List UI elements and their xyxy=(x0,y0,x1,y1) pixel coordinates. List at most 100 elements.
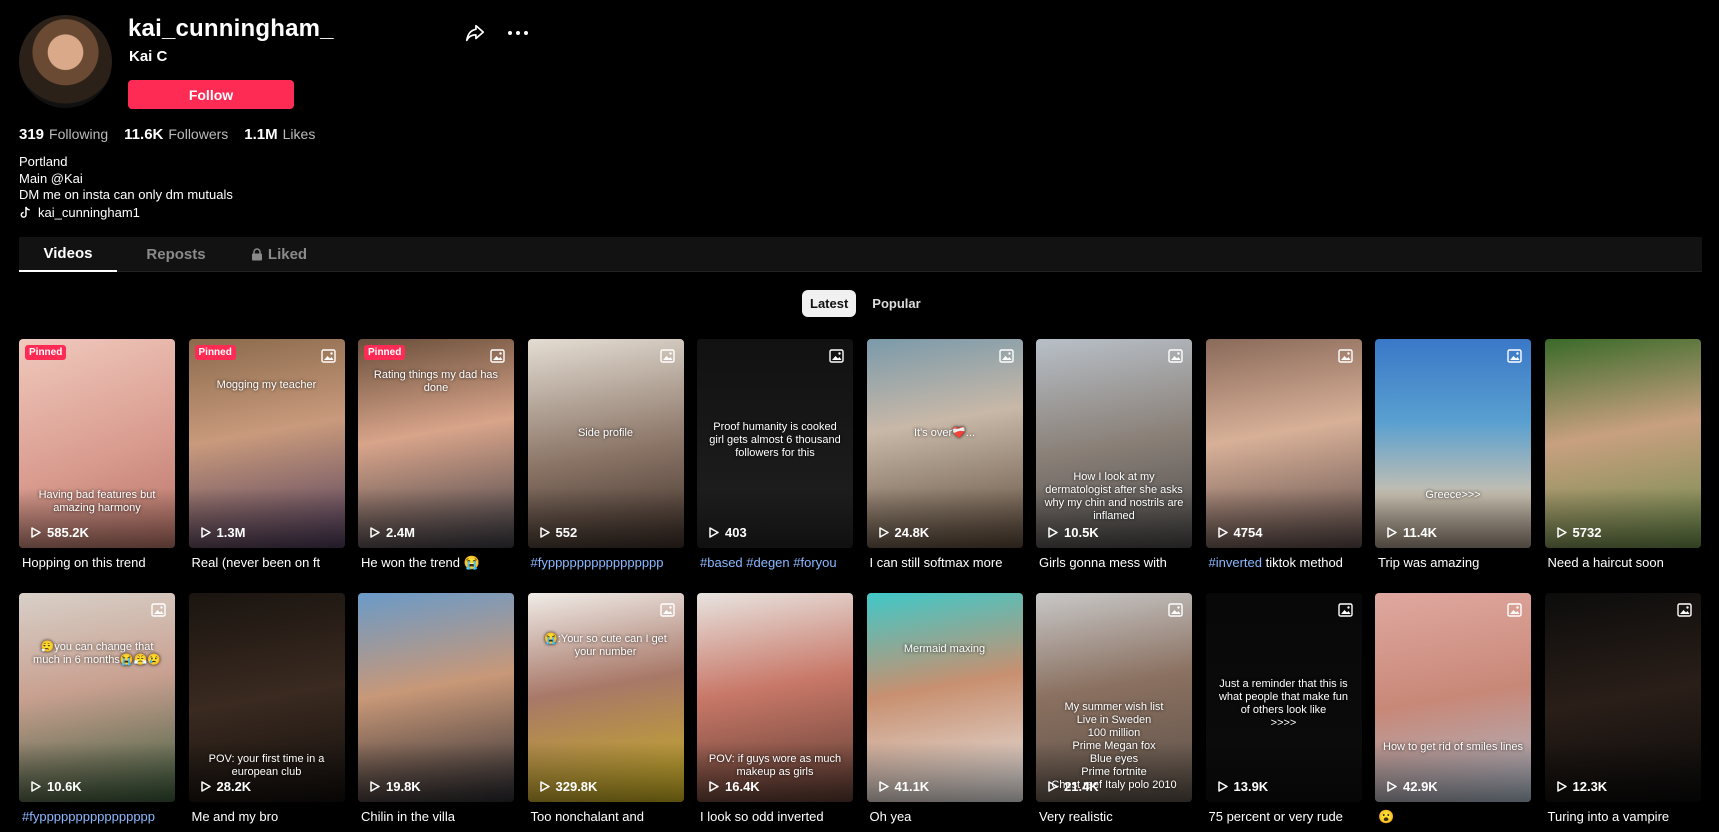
tab-reposts[interactable]: Reposts xyxy=(117,237,235,272)
hashtag-link[interactable]: #fypppppppppppppppp xyxy=(22,809,155,824)
video-caption[interactable]: 😮 xyxy=(1375,809,1531,826)
video-caption[interactable]: #inverted tiktok method xyxy=(1206,555,1362,572)
bio-line: Portland xyxy=(19,154,68,169)
avatar[interactable] xyxy=(19,15,112,108)
video-caption[interactable]: 75 percent or very rude xyxy=(1206,809,1362,826)
video-caption[interactable]: Trip was amazing xyxy=(1375,555,1531,572)
video-thumbnail[interactable]: POV: if guys wore as much makeup as girl… xyxy=(697,593,853,802)
sort-latest-button[interactable]: Latest xyxy=(802,290,857,317)
stat-followers[interactable]: 11.6K Followers xyxy=(124,126,228,143)
video-card[interactable]: POV: if guys wore as much makeup as girl… xyxy=(697,593,853,826)
video-thumbnail[interactable]: 4754 xyxy=(1205,339,1362,548)
video-thumbnail[interactable]: My summer wish list Live in Sweden 100 m… xyxy=(1036,593,1192,802)
video-card[interactable]: It's over❤️‍🩹... 24.8K I can still softmax… xyxy=(866,339,1023,572)
video-thumbnail[interactable]: Pinned Having bad features but amazing ha… xyxy=(19,339,175,548)
video-thumbnail[interactable]: POV: your first time in a european club 2… xyxy=(188,593,345,802)
pinned-badge: Pinned xyxy=(194,345,236,360)
video-thumbnail[interactable]: 5732 xyxy=(1544,339,1701,548)
video-thumbnail[interactable]: Pinned Rating things my dad has done 2.4M xyxy=(358,339,514,548)
thumbnail-overlay-text: Proof humanity is cooked girl gets almos… xyxy=(709,421,841,459)
video-thumbnail[interactable]: 12.3K xyxy=(1544,593,1701,802)
video-card[interactable]: Side profile 552 #fypppppppppppppppp xyxy=(527,339,684,572)
play-icon xyxy=(1556,527,1567,538)
play-icon xyxy=(878,527,889,538)
tab-liked[interactable]: Liked xyxy=(235,237,323,272)
video-thumbnail[interactable]: 😭:Your so cute can I get your number 329.… xyxy=(527,593,684,802)
more-icon[interactable] xyxy=(506,23,530,43)
video-card[interactable]: My summer wish list Live in Sweden 100 m… xyxy=(1036,593,1192,826)
caption-text: Real (never been on ft xyxy=(191,555,321,570)
video-caption[interactable]: #fypppppppppppppppp xyxy=(19,809,175,826)
video-caption[interactable]: He won the trend 😭 xyxy=(358,555,514,572)
video-caption[interactable]: Me and my bro xyxy=(189,809,345,826)
hashtag-link[interactable]: #fypppppppppppppppp xyxy=(531,555,664,570)
video-thumbnail[interactable]: Proof humanity is cooked girl gets almos… xyxy=(697,339,853,548)
video-thumbnail[interactable]: How to get rid of smiles lines 42.9K xyxy=(1375,593,1531,802)
play-count-value: 4754 xyxy=(1233,525,1263,540)
video-caption[interactable]: Very realistic xyxy=(1036,809,1192,826)
play-icon xyxy=(1217,781,1228,792)
video-thumbnail[interactable]: It's over❤️‍🩹... 24.8K xyxy=(866,339,1023,548)
video-card[interactable]: Just a reminder that this is what people… xyxy=(1205,593,1362,826)
video-card[interactable]: How I look at my dermatologist after she… xyxy=(1036,339,1192,572)
video-thumbnail[interactable]: 19.8K xyxy=(358,593,514,802)
video-card[interactable]: 4754 #inverted tiktok method xyxy=(1205,339,1362,572)
video-card[interactable]: Pinned Having bad features but amazing ha… xyxy=(19,339,175,572)
play-count: 24.8K xyxy=(878,525,929,540)
video-thumbnail[interactable]: How I look at my dermatologist after she… xyxy=(1036,339,1192,548)
video-caption[interactable]: Need a haircut soon xyxy=(1545,555,1701,572)
video-card[interactable]: 19.8K Chilin in the villa xyxy=(358,593,514,826)
thumbnail-overlay-text: Just a reminder that this is what people… xyxy=(1218,678,1349,729)
video-card[interactable]: Greece>>> 11.4K Trip was amazing xyxy=(1375,339,1531,572)
hashtag-link[interactable]: #inverted xyxy=(1209,555,1262,570)
play-icon xyxy=(200,781,211,792)
share-icon[interactable] xyxy=(464,22,486,44)
video-caption[interactable]: Too nonchalant and xyxy=(528,809,684,826)
video-caption[interactable]: Real (never been on ft xyxy=(189,555,345,572)
video-card[interactable]: 😮‍💨you can change that much in 6 months😭… xyxy=(19,593,175,826)
video-thumbnail[interactable]: Pinned Mogging my teacher 1.3M xyxy=(188,339,345,548)
video-card[interactable]: 5732 Need a haircut soon xyxy=(1544,339,1701,572)
follow-button[interactable]: Follow xyxy=(128,80,294,109)
video-caption[interactable]: #based #degen #foryou xyxy=(697,555,853,572)
photo-icon xyxy=(1337,349,1353,363)
video-card[interactable]: Proof humanity is cooked girl gets almos… xyxy=(697,339,853,572)
caption-text: Me and my bro xyxy=(191,809,279,824)
video-card[interactable]: Mermaid maxing 41.1K Oh yea xyxy=(866,593,1023,826)
video-card[interactable]: POV: your first time in a european club 2… xyxy=(188,593,345,826)
video-thumbnail[interactable]: 😮‍💨you can change that much in 6 months😭… xyxy=(19,593,175,802)
bio-link-text[interactable]: kai_cunningham1 xyxy=(38,205,140,222)
tab-videos[interactable]: Videos xyxy=(19,237,117,272)
sort-popular-button[interactable]: Popular xyxy=(864,290,928,317)
photo-icon xyxy=(1507,603,1522,617)
video-card[interactable]: Pinned Mogging my teacher 1.3M Real (never … xyxy=(188,339,345,572)
bio-link[interactable]: kai_cunningham1 xyxy=(19,205,233,222)
video-card[interactable]: 😭:Your so cute can I get your number 329.… xyxy=(527,593,684,826)
video-caption[interactable]: Hopping on this trend xyxy=(19,555,175,572)
username: kai_cunningham_ xyxy=(128,15,334,42)
photo-icon xyxy=(829,349,844,363)
video-caption[interactable]: I can still softmax more xyxy=(867,555,1023,572)
play-count: 28.2K xyxy=(200,779,251,794)
video-caption[interactable]: Oh yea xyxy=(867,809,1023,826)
video-card[interactable]: Pinned Rating things my dad has done 2.4M H… xyxy=(358,339,514,572)
video-card[interactable]: 12.3K Turing into a vampire xyxy=(1544,593,1701,826)
video-thumbnail[interactable]: Side profile 552 xyxy=(527,339,684,548)
video-caption[interactable]: Chilin in the villa xyxy=(358,809,514,826)
thumbnail-overlay-text: 😮‍💨you can change that much in 6 months😭… xyxy=(33,641,161,666)
play-count-value: 16.4K xyxy=(725,779,760,794)
hashtag-link[interactable]: #based #degen #foryou xyxy=(700,555,837,570)
video-caption[interactable]: Girls gonna mess with xyxy=(1036,555,1192,572)
video-thumbnail[interactable]: Mermaid maxing 41.1K xyxy=(866,593,1023,802)
play-count-value: 19.8K xyxy=(386,779,421,794)
stat-following[interactable]: 319 Following xyxy=(19,126,108,143)
video-thumbnail[interactable]: Just a reminder that this is what people… xyxy=(1205,593,1362,802)
play-count-value: 11.4K xyxy=(1403,525,1437,540)
play-count: 585.2K xyxy=(31,525,89,540)
video-thumbnail[interactable]: Greece>>> 11.4K xyxy=(1375,339,1531,548)
video-caption[interactable]: #fypppppppppppppppp xyxy=(528,555,684,572)
video-caption[interactable]: Turing into a vampire xyxy=(1545,809,1701,826)
video-card[interactable]: How to get rid of smiles lines 42.9K 😮 xyxy=(1375,593,1531,826)
profile-header: kai_cunningham_ Kai C Follow xyxy=(19,15,539,115)
video-caption[interactable]: I look so odd inverted xyxy=(697,809,853,826)
